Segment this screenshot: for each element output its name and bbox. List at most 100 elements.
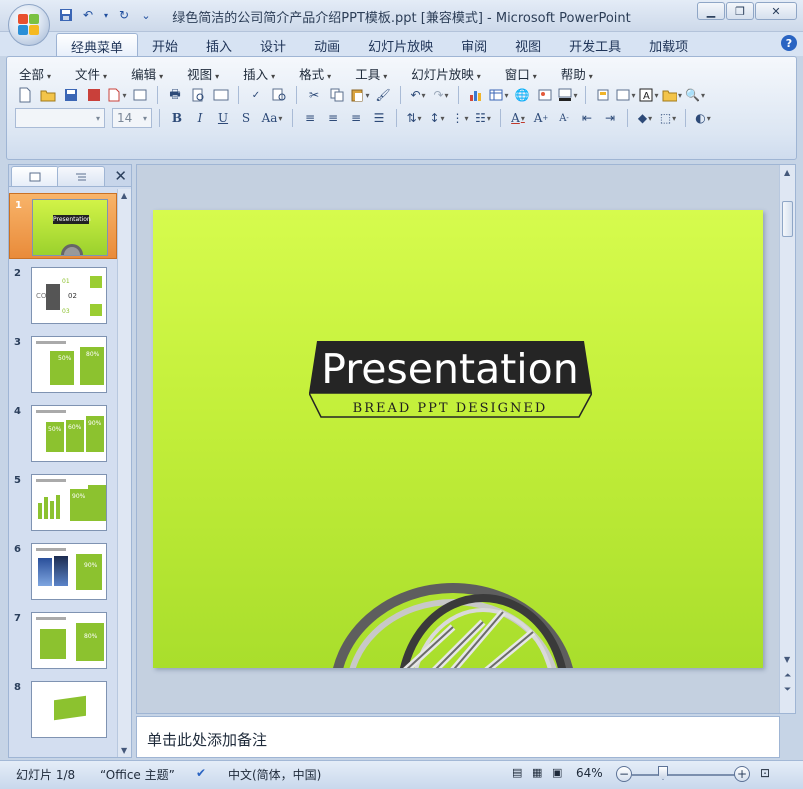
tab-outline[interactable] bbox=[57, 166, 105, 186]
bold-icon[interactable]: B bbox=[167, 108, 187, 128]
zoom-out-icon[interactable]: − bbox=[616, 766, 632, 782]
fit-to-window-icon[interactable]: ⊡ bbox=[760, 766, 770, 780]
menu-item[interactable]: 窗口 ▾ bbox=[501, 62, 545, 85]
font-size-select[interactable]: 14 ▾ bbox=[112, 108, 152, 128]
tab-5[interactable]: 幻灯片放映 bbox=[354, 33, 447, 56]
thumbnail-7[interactable]: 7 80% bbox=[9, 607, 117, 673]
fill-color-icon[interactable] bbox=[558, 85, 578, 105]
tab-7[interactable]: 视图 bbox=[501, 33, 555, 56]
notes-pane[interactable]: 单击此处添加备注 bbox=[136, 716, 780, 758]
scroll-up-icon[interactable]: ▲ bbox=[784, 168, 790, 177]
thumbnail-6[interactable]: 6 90% bbox=[9, 538, 117, 604]
theme-name[interactable]: “Office 主题” bbox=[100, 766, 175, 783]
thumbnail-5[interactable]: 5 90% bbox=[9, 469, 117, 535]
menu-item[interactable]: 工具 ▾ bbox=[351, 62, 395, 85]
tab-slides[interactable] bbox=[11, 166, 59, 186]
shapes-icon[interactable]: ◆ bbox=[635, 108, 655, 128]
current-slide[interactable]: Presentation BREAD PPT DESIGNED bbox=[153, 210, 763, 668]
grow-font-icon[interactable]: A + bbox=[531, 108, 551, 128]
scroll-down-icon[interactable]: ▼ bbox=[121, 746, 127, 755]
tab-2[interactable]: 插入 bbox=[192, 33, 246, 56]
line-spacing-icon[interactable]: ↕ bbox=[427, 108, 447, 128]
scroll-thumb[interactable] bbox=[782, 201, 793, 237]
permission-icon[interactable] bbox=[84, 85, 104, 105]
picture-icon[interactable] bbox=[535, 85, 555, 105]
slideshow-icon[interactable]: ▣ bbox=[552, 766, 562, 779]
slide-scrollbar[interactable]: ▲ ▼ ⏶ ⏷ bbox=[779, 165, 795, 713]
font-name-select[interactable]: ▾ bbox=[15, 108, 105, 128]
save-toolbar-icon[interactable] bbox=[61, 85, 81, 105]
scroll-down-icon[interactable]: ▼ bbox=[784, 655, 790, 664]
tab-9[interactable]: 加载项 bbox=[635, 33, 702, 56]
menu-item[interactable]: 全部 ▾ bbox=[15, 62, 59, 85]
tab-3[interactable]: 设计 bbox=[246, 33, 300, 56]
spell-check-icon[interactable]: ✔ bbox=[196, 766, 206, 780]
chart-icon[interactable] bbox=[466, 85, 486, 105]
spelling-icon[interactable]: ✓ bbox=[246, 85, 266, 105]
minimize-button[interactable]: ▁ bbox=[697, 2, 725, 20]
decrease-indent-icon[interactable]: ⇤ bbox=[577, 108, 597, 128]
zoom-slider-knob[interactable] bbox=[658, 766, 668, 780]
table-icon[interactable] bbox=[489, 85, 509, 105]
align-left-icon[interactable]: ≡ bbox=[300, 108, 320, 128]
tab-6[interactable]: 审阅 bbox=[447, 33, 501, 56]
new-icon[interactable] bbox=[15, 85, 35, 105]
arrange-icon[interactable]: ⬚ bbox=[658, 108, 678, 128]
next-slide-icon[interactable]: ⏷ bbox=[784, 685, 791, 695]
help-icon[interactable]: ? bbox=[781, 35, 797, 51]
close-button[interactable]: ✕ bbox=[755, 2, 797, 20]
previous-slide-icon[interactable]: ⏶ bbox=[784, 671, 791, 681]
thumbnail-8[interactable]: 8 bbox=[9, 676, 117, 742]
justify-icon[interactable]: ☰ bbox=[369, 108, 389, 128]
print-icon[interactable]: 🖶 bbox=[165, 85, 185, 105]
thumbnail-3[interactable]: 3 50% 80% bbox=[9, 331, 117, 397]
tab-4[interactable]: 动画 bbox=[300, 33, 354, 56]
menu-item[interactable]: 幻灯片放映 ▾ bbox=[407, 62, 489, 85]
underline-icon[interactable]: U bbox=[213, 108, 233, 128]
pdf-icon[interactable] bbox=[130, 85, 150, 105]
thumbnails-scrollbar[interactable]: ▲ ▼ bbox=[117, 189, 131, 757]
print-preview-icon[interactable] bbox=[188, 85, 208, 105]
menu-item[interactable]: 视图 ▾ bbox=[183, 62, 227, 85]
scroll-up-icon[interactable]: ▲ bbox=[121, 191, 127, 200]
research-icon[interactable] bbox=[269, 85, 289, 105]
menu-item[interactable]: 帮助 ▾ bbox=[557, 62, 601, 85]
close-panel-icon[interactable]: ✕ bbox=[114, 167, 127, 185]
normal-view-icon[interactable]: ▤ bbox=[512, 766, 522, 779]
slide-sorter-icon[interactable]: ▦ bbox=[532, 766, 542, 779]
shadow-icon[interactable]: S bbox=[236, 108, 256, 128]
zoom-slider[interactable] bbox=[632, 774, 736, 776]
thumbnail-1[interactable]: 1 Presentation bbox=[9, 193, 117, 259]
slide-title[interactable]: Presentation bbox=[321, 345, 579, 393]
send-icon[interactable] bbox=[107, 85, 127, 105]
language-indicator[interactable]: 中文(简体，中国) bbox=[228, 766, 321, 783]
view-icon[interactable] bbox=[211, 85, 231, 105]
format-painter-icon[interactable]: 🖌 bbox=[373, 85, 393, 105]
thumbnail-4[interactable]: 4 50% 60% 90% bbox=[9, 400, 117, 466]
italic-icon[interactable]: I bbox=[190, 108, 210, 128]
slide-subtitle[interactable]: BREAD PPT DESIGNED bbox=[353, 401, 548, 416]
text-direction-icon[interactable]: ⇅ bbox=[404, 108, 424, 128]
font-color-icon[interactable]: A bbox=[508, 108, 528, 128]
menu-item[interactable]: 格式 ▾ bbox=[295, 62, 339, 85]
menu-item[interactable]: 编辑 ▾ bbox=[127, 62, 171, 85]
copy-icon[interactable] bbox=[327, 85, 347, 105]
quick-styles-icon[interactable]: ◐ bbox=[693, 108, 713, 128]
zoom-in-icon[interactable]: + bbox=[734, 766, 750, 782]
tab-1[interactable]: 开始 bbox=[138, 33, 192, 56]
tab-0[interactable]: 经典菜单 bbox=[56, 33, 139, 56]
thumbnail-2[interactable]: 2 CO 01 02 03 bbox=[9, 262, 117, 328]
paste-icon[interactable] bbox=[350, 85, 370, 105]
bullets-icon[interactable]: ☷ bbox=[473, 108, 493, 128]
folder-icon[interactable] bbox=[662, 85, 682, 105]
increase-indent-icon[interactable]: ⇥ bbox=[600, 108, 620, 128]
numbering-icon[interactable]: ⋮ bbox=[450, 108, 470, 128]
tab-8[interactable]: 开发工具 bbox=[555, 33, 635, 56]
menu-item[interactable]: 插入 ▾ bbox=[239, 62, 283, 85]
layout-icon[interactable] bbox=[616, 85, 636, 105]
shrink-font-icon[interactable]: A- bbox=[554, 108, 574, 128]
find-icon[interactable]: 🔍 bbox=[685, 85, 705, 105]
hyperlink-icon[interactable]: 🌐 bbox=[512, 85, 532, 105]
zoom-level[interactable]: 64% bbox=[576, 766, 603, 780]
restore-button[interactable]: ❐ bbox=[726, 2, 754, 20]
